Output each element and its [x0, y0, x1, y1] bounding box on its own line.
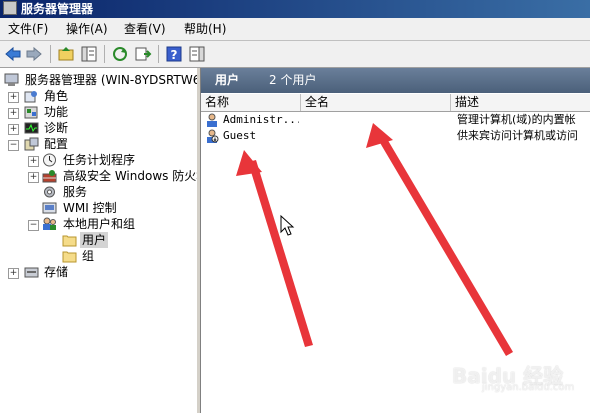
user-count: 2 个用户: [269, 73, 317, 87]
column-header-name[interactable]: 名称: [201, 94, 301, 111]
menu-file[interactable]: 文件(F): [8, 21, 48, 37]
collapse-configuration-icon[interactable]: −: [8, 140, 19, 151]
diagnostics-icon: [24, 122, 39, 134]
details-title: 用户: [215, 73, 240, 87]
storage-icon: [24, 267, 39, 278]
menu-bar: 文件(F) 操作(A) 查看(V) 帮助(H): [0, 18, 590, 41]
console-tree: 服务器管理器 (WIN-8YDSRTW6IA + 角色 + 功能 + 诊断 − …: [0, 68, 198, 413]
collapse-local-users-groups-icon[interactable]: −: [28, 220, 39, 231]
column-header-description[interactable]: 描述: [451, 94, 590, 111]
tree-item-label: 服务器管理器 (WIN-8YDSRTW6IA: [25, 73, 198, 87]
back-icon[interactable]: [4, 45, 22, 63]
folder-icon: [62, 251, 77, 263]
expand-diagnostics-icon[interactable]: +: [8, 124, 19, 135]
toolbar-separator: [50, 45, 51, 63]
toolbar-separator: [104, 45, 105, 63]
refresh-icon[interactable]: [111, 45, 129, 63]
watermark-url: jingyan.baidu.com: [482, 382, 575, 393]
forward-icon[interactable]: [25, 45, 43, 63]
menu-view[interactable]: 查看(V): [124, 21, 166, 37]
tree-item-label: 高级安全 Windows 防火墙: [63, 169, 198, 183]
menu-help[interactable]: 帮助(H): [184, 21, 226, 37]
tree-item-label: 功能: [44, 105, 69, 119]
tree-item-label: 任务计划程序: [63, 153, 136, 167]
title-bar: 服务器管理器: [0, 0, 590, 18]
user-icon: [207, 113, 217, 127]
column-header-fullname[interactable]: 全名: [301, 94, 451, 111]
gear-icon: [44, 186, 55, 198]
toolbar: ?: [0, 41, 590, 68]
expand-task-scheduler-icon[interactable]: +: [28, 156, 39, 167]
user-name: Guest: [223, 129, 257, 142]
disabled-user-icon: [207, 129, 219, 143]
tree-item-label: 本地用户和组: [63, 217, 136, 231]
server-icon: [4, 73, 19, 86]
tree-item-label: 诊断: [44, 121, 69, 135]
watermark: Baidu 经验 jingyan.baidu.com: [452, 360, 574, 393]
user-description: 供来宾访问计算机或访问: [457, 129, 578, 142]
tree-item-label: 存储: [44, 265, 69, 279]
help-icon[interactable]: ?: [165, 45, 183, 63]
user-description: 管理计算机(域)的内置帐: [457, 113, 576, 126]
wmi-icon: [42, 202, 57, 214]
show-hide-tree-icon[interactable]: [80, 45, 98, 63]
table-row[interactable]: Guest 供来宾访问计算机或访问: [201, 128, 590, 144]
folder-icon: [62, 235, 77, 247]
server-manager-icon: [3, 1, 17, 15]
tree-item-label: 配置: [44, 137, 69, 151]
expand-roles-icon[interactable]: +: [8, 92, 19, 103]
show-action-pane-icon[interactable]: [188, 45, 206, 63]
export-list-icon[interactable]: [134, 45, 152, 63]
roles-icon: [24, 91, 37, 103]
tree-item-label: WMI 控制: [63, 201, 117, 215]
tree-item-label: 角色: [44, 89, 69, 103]
configuration-icon: [24, 137, 39, 151]
clock-icon: [43, 153, 56, 167]
tree-item-label: 组: [82, 249, 95, 263]
menu-action[interactable]: 操作(A): [66, 21, 108, 37]
user-name: Administr...: [223, 113, 299, 126]
table-row[interactable]: Administr... 管理计算机(域)的内置帐: [201, 112, 590, 128]
tree-item-label: 服务: [63, 185, 88, 199]
toolbar-separator: [158, 45, 159, 63]
svg-text:?: ?: [171, 48, 178, 62]
window-title: 服务器管理器: [21, 2, 94, 16]
details-header: 用户 2 个用户: [201, 68, 590, 93]
column-headers: 名称 全名 描述: [201, 94, 590, 112]
firewall-icon: [42, 170, 57, 183]
expand-features-icon[interactable]: +: [8, 108, 19, 119]
users-group-icon: [43, 217, 56, 230]
up-folder-icon[interactable]: [57, 45, 75, 63]
expand-firewall-icon[interactable]: +: [28, 172, 39, 183]
tree-item-label-selected: 用户: [80, 232, 109, 248]
features-icon: [24, 106, 38, 119]
expand-storage-icon[interactable]: +: [8, 268, 19, 279]
